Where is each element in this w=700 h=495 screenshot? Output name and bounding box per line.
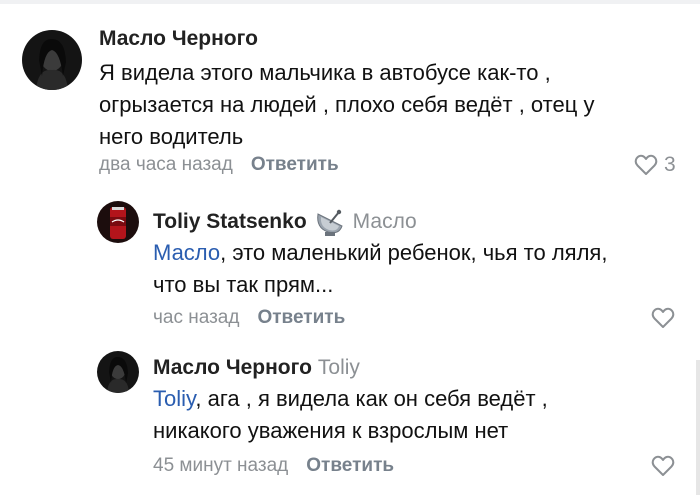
- avatar[interactable]: [97, 201, 139, 243]
- comment-time: два часа назад: [99, 154, 233, 175]
- comment-text: Toliy, ага , я видела как он себя ведёт …: [153, 383, 688, 447]
- comment-author[interactable]: Масло Черного: [153, 356, 312, 379]
- comment-time: 45 минут назад: [153, 455, 289, 476]
- reply-to-name[interactable]: Toliy: [318, 356, 360, 379]
- reply-to-name[interactable]: Масло: [353, 210, 417, 234]
- reply-button[interactable]: Ответить: [306, 455, 394, 476]
- comment-author-line: Toliy Statsenko Масло: [153, 206, 417, 238]
- mention-link[interactable]: Масло: [153, 240, 220, 265]
- reply-button[interactable]: Ответить: [257, 307, 345, 328]
- comment-text-line: огрызается на людей , плохо себя ведёт ,…: [99, 92, 595, 117]
- comment-time: час назад: [153, 307, 240, 328]
- like-button[interactable]: 3: [634, 153, 676, 177]
- comment-text-line: Toliy, ага , я видела как он себя ведёт …: [153, 383, 688, 415]
- comment-text: Масло, это маленький ребенок, чья то лял…: [153, 237, 688, 301]
- comment-text-segment: , ага , я видела как он себя ведёт ,: [195, 386, 548, 411]
- reply-comment: Масло Черного Toliy Toliy, ага , я видела…: [0, 335, 700, 495]
- reply-button[interactable]: Ответить: [251, 154, 339, 175]
- avatar[interactable]: [97, 351, 139, 393]
- like-count: 3: [664, 153, 676, 176]
- comment-text-line: Масло, это маленький ребенок, чья то лял…: [153, 237, 688, 269]
- comment-author[interactable]: Масло Черного: [99, 27, 258, 51]
- comment-meta: 45 минут назад Ответить: [153, 455, 394, 477]
- comment-author[interactable]: Toliy Statsenko: [153, 210, 307, 234]
- avatar-photo: [97, 351, 139, 393]
- comment-text-line: Я видела этого мальчика в автобусе как-т…: [99, 60, 551, 85]
- avatar-photo: [97, 201, 139, 243]
- mention-link[interactable]: Toliy: [153, 386, 195, 411]
- comment-text-line: что вы так прям...: [153, 272, 334, 297]
- heart-icon: [651, 307, 675, 328]
- comment-text-line: него водитель: [99, 124, 244, 149]
- avatar[interactable]: [22, 30, 82, 90]
- scrollbar[interactable]: [696, 360, 700, 495]
- comment-meta: два часа назад Ответить: [99, 154, 339, 176]
- avatar-photo: [22, 30, 82, 90]
- comment-text: Я видела этого мальчика в автобусе как-т…: [99, 57, 689, 153]
- like-button[interactable]: [651, 307, 675, 329]
- comment-meta: час назад Ответить: [153, 307, 345, 329]
- comment-author-line: Масло Черного Toliy: [153, 356, 360, 380]
- comment-text-line: никакого уважения к взрослым нет: [153, 418, 509, 443]
- heart-icon: [651, 455, 675, 476]
- heart-icon: [634, 154, 658, 175]
- comment-text-segment: , это маленький ребенок, чья то ляля,: [220, 240, 608, 265]
- reply-comment: Toliy Statsenko Масло Масло, это маленьк…: [0, 185, 700, 335]
- comment: Масло Черного Я видела этого мальчика в …: [0, 0, 700, 185]
- like-button[interactable]: [651, 455, 675, 477]
- satellite-dish-icon: [316, 209, 343, 236]
